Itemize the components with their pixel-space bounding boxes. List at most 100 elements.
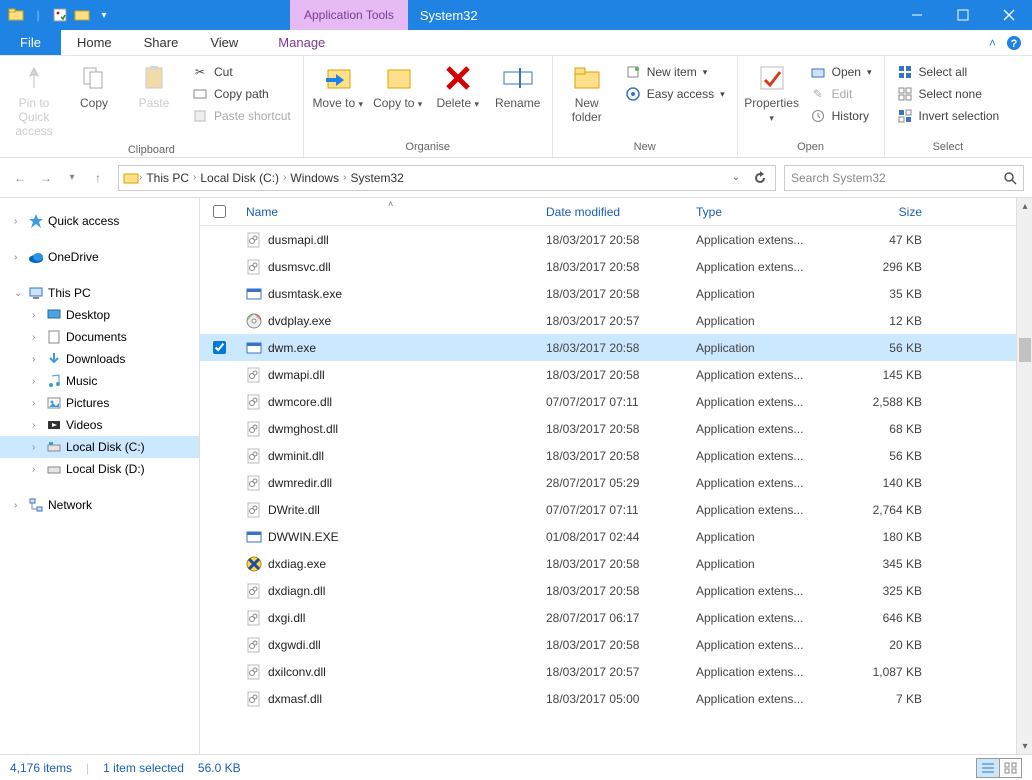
file-type: Application extens...: [688, 368, 838, 382]
chevron-down-icon: ▾: [418, 99, 423, 109]
nav-forward-button[interactable]: →: [34, 166, 58, 190]
column-date[interactable]: Date modified: [538, 205, 688, 219]
breadcrumb-local-disk-c[interactable]: Local Disk (C:): [196, 171, 283, 185]
history-button[interactable]: History: [804, 106, 878, 126]
file-name: dwminit.dll: [268, 449, 324, 463]
copy-to-button[interactable]: Copy to ▾: [370, 58, 426, 115]
rename-button[interactable]: Rename: [490, 58, 546, 114]
tab-home[interactable]: Home: [61, 30, 128, 55]
breadcrumb-system32[interactable]: System32: [346, 171, 407, 185]
tree-disk-d[interactable]: ›Local Disk (D:): [0, 458, 199, 480]
cut-button[interactable]: ✂Cut: [186, 62, 297, 82]
column-type[interactable]: Type: [688, 205, 838, 219]
tab-view[interactable]: View: [194, 30, 254, 55]
file-type: Application: [688, 341, 838, 355]
copy-button[interactable]: Copy: [66, 58, 122, 114]
help-icon[interactable]: ?: [1006, 35, 1022, 51]
file-row[interactable]: dvdplay.exe18/03/2017 20:57Application12…: [200, 307, 1032, 334]
properties-button[interactable]: Properties ▾: [744, 58, 800, 129]
maximize-button[interactable]: [940, 0, 986, 30]
file-row[interactable]: dusmtask.exe18/03/2017 20:58Application3…: [200, 280, 1032, 307]
tree-this-pc[interactable]: ⌄This PC: [0, 282, 199, 304]
file-row[interactable]: dxgwdi.dll18/03/2017 20:58Application ex…: [200, 631, 1032, 658]
tree-music[interactable]: ›Music: [0, 370, 199, 392]
new-folder-button[interactable]: New folder: [559, 58, 615, 128]
onedrive-icon: [28, 249, 44, 265]
easy-access-button[interactable]: Easy access ▾: [619, 84, 731, 104]
tree-videos[interactable]: ›Videos: [0, 414, 199, 436]
navigation-bar: ← → ▾ ↑ › This PC › Local Disk (C:) › Wi…: [0, 158, 1032, 198]
file-row[interactable]: dwmapi.dll18/03/2017 20:58Application ex…: [200, 361, 1032, 388]
tab-manage[interactable]: Manage: [262, 30, 341, 55]
tree-quick-access[interactable]: ›Quick access: [0, 210, 199, 232]
move-to-button[interactable]: Move to ▾: [310, 58, 366, 115]
new-item-button[interactable]: New item ▾: [619, 62, 731, 82]
file-row[interactable]: dwmredir.dll28/07/2017 05:29Application …: [200, 469, 1032, 496]
close-button[interactable]: [986, 0, 1032, 30]
invert-selection-button[interactable]: Invert selection: [891, 106, 1006, 126]
tree-network[interactable]: ›Network: [0, 494, 199, 516]
pin-to-quick-access-button[interactable]: Pin to Quick access: [6, 58, 62, 142]
refresh-button[interactable]: [749, 167, 771, 189]
file-icon: [246, 556, 262, 572]
tree-pictures[interactable]: ›Pictures: [0, 392, 199, 414]
file-icon: [246, 367, 262, 383]
address-bar[interactable]: › This PC › Local Disk (C:) › Windows › …: [118, 165, 776, 191]
scroll-up-icon[interactable]: ▴: [1017, 198, 1032, 214]
scroll-down-icon[interactable]: ▾: [1017, 738, 1032, 754]
search-icon[interactable]: [1003, 171, 1017, 185]
select-none-button[interactable]: Select none: [891, 84, 1006, 104]
nav-back-button[interactable]: ←: [8, 166, 32, 190]
tab-share[interactable]: Share: [128, 30, 195, 55]
file-row[interactable]: dusmapi.dll18/03/2017 20:58Application e…: [200, 226, 1032, 253]
copy-path-button[interactable]: Copy path: [186, 84, 297, 104]
paste-shortcut-button[interactable]: Paste shortcut: [186, 106, 297, 126]
tree-disk-c[interactable]: ›Local Disk (C:): [0, 436, 199, 458]
file-row[interactable]: dxgi.dll28/07/2017 06:17Application exte…: [200, 604, 1032, 631]
tree-documents[interactable]: ›Documents: [0, 326, 199, 348]
file-row[interactable]: dwm.exe18/03/2017 20:58Application56 KB: [200, 334, 1032, 361]
nav-up-button[interactable]: ↑: [86, 166, 110, 190]
breadcrumb-this-pc[interactable]: This PC: [142, 171, 193, 185]
file-row[interactable]: dusmsvc.dll18/03/2017 20:58Application e…: [200, 253, 1032, 280]
file-row[interactable]: dwmcore.dll07/07/2017 07:11Application e…: [200, 388, 1032, 415]
nav-recent-dropdown[interactable]: ▾: [60, 166, 84, 190]
select-all-button[interactable]: Select all: [891, 62, 1006, 82]
scrollbar-thumb[interactable]: [1019, 338, 1031, 362]
breadcrumb-windows[interactable]: Windows: [286, 171, 343, 185]
collapse-ribbon-icon[interactable]: ˄: [989, 36, 996, 50]
new-folder-icon[interactable]: [74, 7, 90, 23]
file-size: 56 KB: [838, 449, 930, 463]
file-row[interactable]: DWrite.dll07/07/2017 07:11Application ex…: [200, 496, 1032, 523]
file-row[interactable]: dwmghost.dll18/03/2017 20:58Application …: [200, 415, 1032, 442]
tab-file[interactable]: File: [0, 30, 61, 55]
file-row[interactable]: dxdiag.exe18/03/2017 20:58Application345…: [200, 550, 1032, 577]
edit-button[interactable]: ✎Edit: [804, 84, 878, 104]
file-row[interactable]: dwminit.dll18/03/2017 20:58Application e…: [200, 442, 1032, 469]
context-tab-application-tools[interactable]: Application Tools: [290, 0, 408, 30]
delete-button[interactable]: Delete ▾: [430, 58, 486, 115]
qat-dropdown-icon[interactable]: ▾: [96, 7, 112, 23]
thumbnails-view-button[interactable]: [999, 759, 1021, 777]
row-checkbox[interactable]: [213, 341, 226, 354]
address-dropdown-icon[interactable]: ⌄: [725, 167, 747, 189]
select-all-checkbox[interactable]: [213, 205, 226, 218]
column-size[interactable]: Size: [838, 205, 930, 219]
tree-desktop[interactable]: ›Desktop: [0, 304, 199, 326]
file-type: Application: [688, 557, 838, 571]
file-row[interactable]: DWWIN.EXE01/08/2017 02:44Application180 …: [200, 523, 1032, 550]
search-box[interactable]: Search System32: [784, 165, 1024, 191]
file-row[interactable]: dxilconv.dll18/03/2017 20:57Application …: [200, 658, 1032, 685]
minimize-button[interactable]: [894, 0, 940, 30]
open-button[interactable]: Open ▾: [804, 62, 878, 82]
file-row[interactable]: dxdiagn.dll18/03/2017 20:58Application e…: [200, 577, 1032, 604]
tree-downloads[interactable]: ›Downloads: [0, 348, 199, 370]
details-view-button[interactable]: [977, 759, 999, 777]
tree-onedrive[interactable]: ›OneDrive: [0, 246, 199, 268]
properties-icon[interactable]: [52, 7, 68, 23]
file-row[interactable]: dxmasf.dll18/03/2017 05:00Application ex…: [200, 685, 1032, 712]
paste-button[interactable]: Paste: [126, 58, 182, 114]
column-name[interactable]: Name˄: [238, 205, 538, 219]
folder-icon[interactable]: [8, 7, 24, 23]
vertical-scrollbar[interactable]: ▴ ▾: [1016, 198, 1032, 754]
